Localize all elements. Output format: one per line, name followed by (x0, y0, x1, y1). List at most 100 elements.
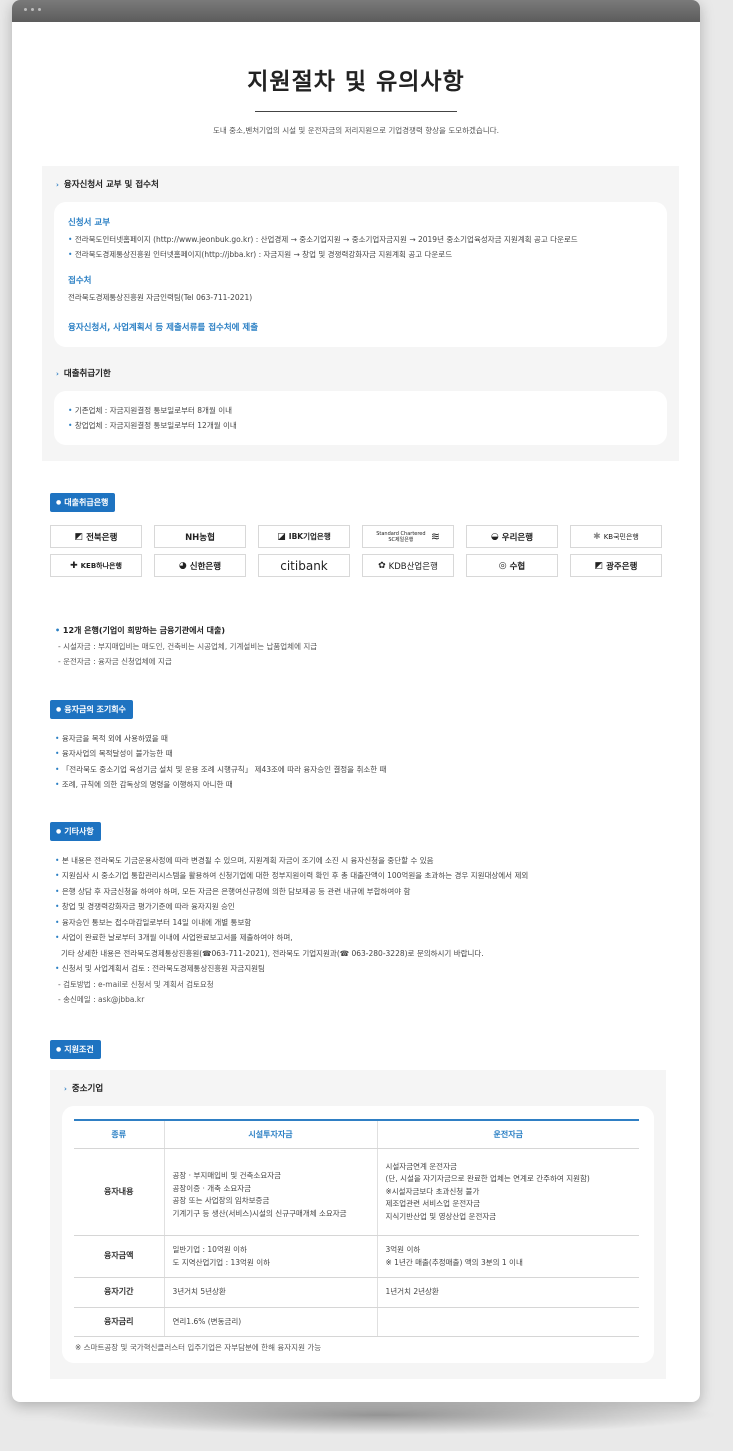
support-table: 종류 시설투자자금 운전자금 융자내용 공장 · 부지매입비 및 건축소요자금 … (74, 1118, 639, 1338)
suhyup-logo-icon: ◎ (498, 560, 507, 571)
bullet-icon: • (55, 886, 62, 896)
early-recovery-badge: ● 융자금의 조기회수 (50, 699, 133, 719)
bullet-icon: • (55, 764, 62, 774)
maximize-dot-icon[interactable] (38, 8, 41, 11)
table-cell: 일반기업 : 10억원 이하 도 지역산업기업 : 13억원 이하 (163, 1235, 377, 1278)
table-header: 종류 (74, 1118, 164, 1149)
early-recovery-list: • 융자금을 목적 외에 사용하였을 때 • 융자사업의 목적달성이 불가능한 … (55, 731, 700, 793)
row-label: 융자금액 (74, 1235, 164, 1278)
deadline-line: • 창업업체 : 자금지원결정 통보일로부터 12개월 이내 (68, 421, 237, 430)
application-card: 신청서 교부 • 전라북도인터넷홈페이지 (http://www.jeonbuk… (54, 202, 667, 347)
form-line: • 전라북도경제통상진흥원 인터넷홈페이지(http://jbba.kr) : … (68, 250, 453, 259)
bank-notes-heading: • 12개 은행(기업이 희망하는 금융기관에서 대출) (55, 626, 225, 635)
bank-logo-kdb[interactable]: ✿ KDB산업은행 (362, 554, 454, 577)
list-item: • 신청서 및 사업계획서 검토 : 전라북도경제통상진흥원 자금지원팀 (55, 964, 265, 973)
keb-hana-logo-icon: ✚ (70, 560, 78, 571)
banks-badge: ● 대출취급은행 (50, 493, 116, 512)
browser-window: 지원절차 및 유의사항 도내 중소,벤처기업의 시설 및 운전자금의 저리지원으… (12, 0, 700, 1402)
bullet-icon: • (68, 235, 75, 244)
row-label: 융자내용 (74, 1148, 164, 1236)
bank-note-line: - 운전자금 : 융자금 신청업체에 지급 (58, 657, 172, 666)
bullet-icon: • (68, 406, 75, 415)
kdb-logo-icon: ✿ (378, 560, 386, 571)
office-label: 접수처 (68, 276, 92, 286)
bullet-icon: • (55, 871, 62, 880)
table-cell (376, 1307, 639, 1337)
list-item: • 은행 상담 후 자금신청을 하여야 하며, 모든 자금은 은행여신규정에 의… (55, 886, 411, 896)
kwangju-logo-icon: ◩ (594, 560, 604, 571)
bank-logo-kb[interactable]: ✱ KB국민은행 (570, 525, 662, 548)
bank-logo-jb[interactable]: ◩ 전북은행 (50, 525, 142, 548)
table-cell: 시설자금연계 운전자금 (단, 시설을 자기자금으로 완료한 업체는 연계로 간… (376, 1148, 639, 1236)
form-line: • 전라북도인터넷홈페이지 (http://www.jeonbuk.go.kr)… (68, 235, 578, 244)
table-footnote: ※ 스마트공장 및 국가혁신클러스터 입주기업은 자부담분에 한해 융자지원 가… (75, 1343, 322, 1352)
minimize-dot-icon[interactable] (31, 8, 34, 11)
window-titlebar (12, 0, 700, 22)
bank-logo-sc[interactable]: Standard Chartered SC제일은행 ≋ (362, 525, 454, 548)
list-item: • 사업이 완료한 날로부터 3개월 이내에 사업완료보고서를 제출하여야 하며… (55, 933, 293, 942)
bank-notes: • 12개 은행(기업이 희망하는 금융기관에서 대출) - 시설자금 : 부지… (55, 623, 700, 670)
bullet-icon: • (55, 902, 62, 911)
bullet-icon: ● (56, 1045, 62, 1053)
woori-bank-logo-icon: ◒ (490, 531, 499, 542)
bank-logo-citi[interactable]: citibank (258, 554, 350, 577)
submit-note: 융자신청서, 사업계획서 등 제출서류를 접수처에 제출 (68, 323, 259, 333)
section-heading-sme: › 중소기업 (64, 1083, 104, 1094)
etc-badge: ● 기타사항 (50, 821, 101, 841)
bullet-icon: • (68, 421, 75, 430)
deadline-line: • 기존업체 : 자금지원결정 통보일로부터 8개월 이내 (68, 406, 233, 415)
bank-logo-shinhan[interactable]: ◕ 신한은행 (154, 554, 246, 577)
bank-logo-suhyup[interactable]: ◎ 수협 (466, 554, 558, 577)
table-cell: 공장 · 부지매입비 및 건축소요자금 공장이증 · 개축 소요자금 공장 또는… (163, 1148, 377, 1236)
table-header-row: 종류 시설투자자금 운전자금 (74, 1118, 639, 1149)
bullet-icon: ● (56, 827, 62, 835)
table-header: 운전자금 (376, 1118, 639, 1149)
bullet-icon: ● (56, 499, 62, 506)
jb-bank-logo-icon: ◩ (74, 531, 84, 542)
support-table-card: 종류 시설투자자금 운전자금 융자내용 공장 · 부지매입비 및 건축소요자금 … (62, 1105, 654, 1363)
sc-bank-logo-icon: ≋ (430, 529, 441, 543)
page-title: 지원절차 및 유의사항 (247, 69, 465, 95)
kb-bank-logo-icon: ✱ (593, 531, 601, 542)
row-label: 융자기간 (74, 1277, 164, 1308)
bullet-icon: • (55, 749, 62, 758)
section-heading-application: › 융자신청서 교부 및 접수처 (56, 180, 159, 190)
list-item: • 조례, 규칙에 의한 감독상의 명령을 이행하지 아니한 때 (55, 780, 233, 789)
row-label: 융자금리 (74, 1307, 164, 1337)
bank-logo-kwangju[interactable]: ◩ 광주은행 (570, 554, 662, 577)
list-item: • 융자사업의 목적달성이 불가능한 때 (55, 749, 173, 758)
bank-logo-keb[interactable]: ✚ KEB하나은행 (50, 554, 142, 577)
list-item: • 융자금을 목적 외에 사용하였을 때 (55, 733, 168, 743)
form-label: 신청서 교부 (68, 218, 111, 228)
bank-logo-nh[interactable]: NH농협 (154, 525, 246, 548)
bank-logo-woori[interactable]: ◒ 우리은행 (466, 525, 558, 548)
office-text: 전라북도경제통상진흥원 자금인력팀(Tel 063-711-2021) (68, 293, 253, 302)
bullet-icon: • (55, 733, 62, 743)
bullet-icon: • (68, 250, 75, 259)
close-dot-icon[interactable] (24, 8, 27, 11)
section-heading-deadline: › 대출취급기한 (56, 369, 111, 379)
bullet-icon: • (55, 626, 63, 635)
bullet-icon: • (55, 917, 62, 927)
list-item: • 창업 및 경쟁력강화자금 평가기준에 따라 융자지원 승인 (55, 902, 235, 911)
window-controls[interactable] (24, 8, 41, 11)
arrow-right-icon: › (56, 181, 59, 189)
page-content: 지원절차 및 유의사항 도내 중소,벤처기업의 시설 및 운전자금의 저리지원으… (12, 62, 700, 1379)
table-cell: 연리1.6% (변동금리) (163, 1307, 377, 1337)
application-info-box: › 융자신청서 교부 및 접수처 신청서 교부 • 전라북도인터넷홈페이지 (ht… (42, 166, 679, 461)
bullet-icon: • (55, 964, 62, 973)
deadline-card: • 기존업체 : 자금지원결정 통보일로부터 8개월 이내 • 창업업체 : 자… (54, 391, 667, 445)
table-row: 융자기간 3년거치 5년상환 1년거치 2년상환 (74, 1277, 639, 1308)
page-subtitle: 도내 중소,벤처기업의 시설 및 운전자금의 저리지원으로 기업경쟁력 향상을 … (212, 126, 500, 135)
table-row: 융자금리 연리1.6% (변동금리) (74, 1307, 639, 1337)
bank-logo-ibk[interactable]: ◪ IBK기업은행 (258, 525, 350, 548)
list-item: • 융자승인 통보는 접수마감일로부터 14일 이내에 개별 통보함 (55, 917, 252, 927)
bullet-icon: ● (56, 705, 62, 713)
shinhan-logo-icon: ◕ (178, 560, 187, 571)
ibk-bank-logo-icon: ◪ (277, 531, 286, 542)
list-item: • 지원심사 시 중소기업 통합관리시스템을 활용하여 신청기업에 대한 정부지… (55, 871, 529, 880)
bullet-icon: • (55, 780, 62, 789)
list-item-continued: 기타 상세한 내용은 전라북도경제통상진흥원(☎063-711-2021), 전… (61, 948, 484, 958)
table-cell: 3억원 이하 ※ 1년간 매출(추정매출) 액의 3분의 1 이내 (376, 1235, 639, 1278)
arrow-right-icon: › (56, 370, 59, 378)
